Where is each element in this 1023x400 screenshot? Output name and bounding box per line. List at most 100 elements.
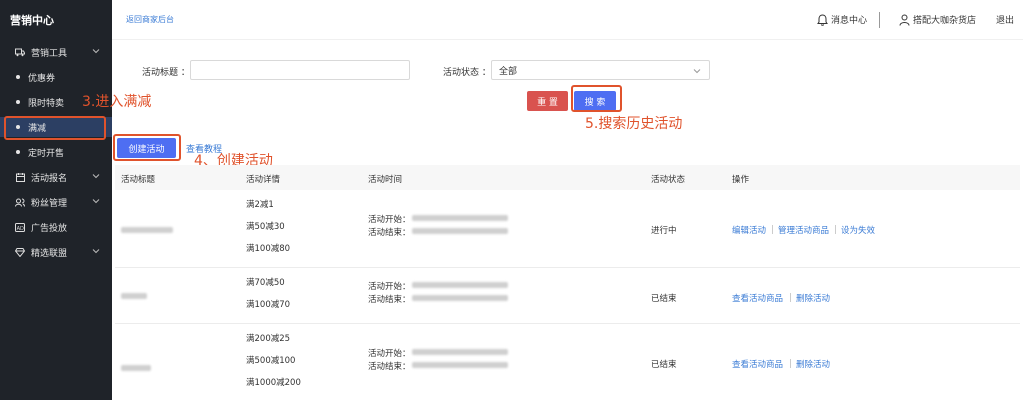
sidebar-group-label: 营销工具 <box>31 48 68 59</box>
redacted-title <box>121 227 173 233</box>
chevron-down-icon <box>693 69 701 74</box>
sidebar-brand: 营销中心 <box>10 14 54 27</box>
sidebar-group-fans[interactable]: 粉丝管理 <box>0 192 112 212</box>
annotation-step5: 5.搜索历史活动 <box>585 116 683 132</box>
bullet-icon <box>16 100 20 104</box>
chevron-down-icon <box>92 49 100 54</box>
op-divider <box>790 359 791 368</box>
store-name: 搭配大咖杂货店 <box>913 16 977 26</box>
sidebar-group-marketing-tools[interactable]: 营销工具 <box>0 42 112 62</box>
sidebar-item-coupon[interactable]: 优惠券 <box>0 67 112 87</box>
svg-text:AD: AD <box>17 225 24 231</box>
bell-icon <box>817 13 828 26</box>
view-products-link[interactable]: 查看活动商品 <box>732 358 783 370</box>
detail-line: 满500减100 <box>246 356 296 366</box>
column-header-status: 活动状态 <box>651 175 686 185</box>
title-filter-label: 活动标题 ： <box>142 68 190 78</box>
redacted-end-time <box>412 362 508 368</box>
bullet-icon <box>16 75 20 79</box>
logout-button[interactable]: 退出 <box>996 13 1014 26</box>
column-header-time: 活动时间 <box>368 175 403 185</box>
back-to-merchant-link[interactable]: 返回商家后台 <box>126 14 174 25</box>
chevron-down-icon <box>92 249 100 254</box>
status-text: 已结束 <box>651 294 677 304</box>
detail-line: 满1000减200 <box>246 378 301 388</box>
sidebar-item-label: 定时开售 <box>28 148 65 159</box>
detail-line: 满100减80 <box>246 244 291 254</box>
redacted-title <box>121 293 147 299</box>
redacted-start-time <box>412 349 508 355</box>
chevron-down-icon <box>92 174 100 179</box>
messages-label: 消息中心 <box>831 16 868 26</box>
sidebar-group-event-signup[interactable]: 活动报名 <box>0 167 112 187</box>
redacted-end-time <box>412 228 508 234</box>
truck-icon <box>15 47 25 57</box>
detail-line: 满50减30 <box>246 222 285 232</box>
table-row: 满200减25 满500减100 满1000减200 活动开始： 活动结束： 已… <box>115 324 1020 400</box>
table-row: 满2减1 满50减30 满100减80 活动开始： 活动结束： 进行中 编辑活动… <box>115 190 1020 268</box>
op-divider <box>835 225 836 234</box>
top-header: 返回商家后台 消息中心 搭配大咖杂货店 退出 <box>112 0 1023 40</box>
manage-products-link[interactable]: 管理活动商品 <box>778 224 829 236</box>
redacted-start-time <box>412 215 508 221</box>
detail-line: 满70减50 <box>246 278 285 288</box>
sidebar-group-label: 精选联盟 <box>31 248 68 259</box>
bullet-icon <box>16 125 20 129</box>
set-invalid-link[interactable]: 设为失效 <box>841 224 875 236</box>
op-divider <box>772 225 773 234</box>
redacted-end-time <box>412 295 508 301</box>
redacted-title <box>121 365 151 371</box>
delete-activity-link[interactable]: 删除活动 <box>796 358 830 370</box>
sidebar-group-affiliate[interactable]: 精选联盟 <box>0 242 112 262</box>
op-divider <box>790 293 791 302</box>
sidebar-item-label: 满减 <box>28 123 47 134</box>
messages-button[interactable]: 消息中心 <box>817 13 867 26</box>
diamond-icon <box>15 247 25 257</box>
table-row: 满70减50 满100减70 活动开始： 活动结束： 已结束 查看活动商品 删除… <box>115 268 1020 324</box>
store-button[interactable]: 搭配大咖杂货店 <box>899 13 976 26</box>
title-filter-input[interactable] <box>190 60 410 80</box>
user-icon <box>899 14 910 26</box>
detail-line: 满2减1 <box>246 200 274 210</box>
redacted-start-time <box>412 282 508 288</box>
start-time-label: 活动开始： <box>368 282 411 292</box>
ad-icon: AD <box>15 222 25 232</box>
end-time-label: 活动结束： <box>368 228 411 238</box>
sidebar-item-scheduled-sale[interactable]: 定时开售 <box>0 142 112 162</box>
column-header-title: 活动标题 <box>121 175 156 185</box>
bullet-icon <box>16 150 20 154</box>
annotation-step3: 3.进入满减 <box>82 94 152 110</box>
sidebar-group-label: 广告投放 <box>31 223 68 234</box>
column-header-details: 活动详情 <box>246 175 281 185</box>
reset-button[interactable]: 重 置 <box>527 91 568 111</box>
detail-line: 满200减25 <box>246 334 291 344</box>
search-button[interactable]: 搜 索 <box>574 91 616 111</box>
marketing-center-page: 营销中心 营销工具 优惠券 限时特卖 满减 定时开售 活动报名 粉丝管理 AD … <box>0 0 1023 400</box>
column-header-operations: 操作 <box>732 175 750 185</box>
table-header: 活动标题 活动详情 活动时间 活动状态 操作 <box>115 165 1020 190</box>
sidebar-item-full-reduction[interactable]: 满减 <box>0 117 112 137</box>
create-activity-button[interactable]: 创建活动 <box>117 138 176 158</box>
header-divider <box>879 12 880 28</box>
calendar-icon <box>15 172 25 182</box>
view-products-link[interactable]: 查看活动商品 <box>732 292 783 304</box>
edit-activity-link[interactable]: 编辑活动 <box>732 224 766 236</box>
status-filter-select[interactable]: 全部 <box>491 60 710 80</box>
end-time-label: 活动结束： <box>368 362 411 372</box>
sidebar-group-ads[interactable]: AD 广告投放 <box>0 217 112 237</box>
status-filter-label: 活动状态 ： <box>443 68 491 78</box>
status-filter-value: 全部 <box>499 66 518 77</box>
status-text: 进行中 <box>651 226 677 236</box>
fans-icon <box>15 197 25 207</box>
sidebar-item-label: 限时特卖 <box>28 98 65 109</box>
sidebar-item-label: 优惠券 <box>28 73 56 84</box>
start-time-label: 活动开始： <box>368 215 411 225</box>
end-time-label: 活动结束： <box>368 295 411 305</box>
delete-activity-link[interactable]: 删除活动 <box>796 292 830 304</box>
chevron-down-icon <box>92 199 100 204</box>
sidebar: 营销中心 营销工具 优惠券 限时特卖 满减 定时开售 活动报名 粉丝管理 AD … <box>0 0 112 400</box>
start-time-label: 活动开始： <box>368 349 411 359</box>
detail-line: 满100减70 <box>246 300 291 310</box>
status-text: 已结束 <box>651 360 677 370</box>
sidebar-group-label: 粉丝管理 <box>31 198 68 209</box>
